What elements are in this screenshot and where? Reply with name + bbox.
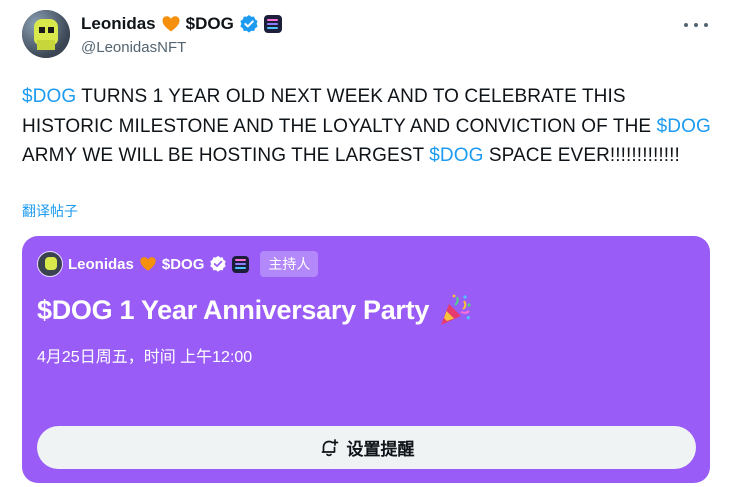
host-avatar	[37, 251, 63, 277]
orange-heart-icon	[139, 255, 157, 273]
affiliate-badge-icon[interactable]	[263, 15, 282, 33]
host-name: Leonidas	[68, 255, 134, 273]
tweet-text: $DOG TURNS 1 YEAR OLD NEXT WEEK AND TO C…	[22, 82, 712, 171]
tweet-text-segment: ARMY WE WILL BE HOSTING THE LARGEST	[22, 145, 430, 166]
space-scheduled-time: 4月25日周五，时间 上午12:00	[37, 349, 253, 366]
bell-plus-icon	[319, 438, 339, 458]
space-host-row: Leonidas $DOG 主持人	[37, 251, 319, 277]
author-avatar[interactable]	[22, 10, 70, 58]
author-handle[interactable]: @LeonidasNFT	[81, 39, 282, 56]
cashtag-link[interactable]: $DOG	[657, 116, 711, 137]
space-card[interactable]: Leonidas $DOG 主持人 $DOG 1 Year Anniversar…	[22, 236, 710, 483]
party-popper-icon	[437, 292, 473, 328]
translate-post-link[interactable]: 翻译帖子	[22, 201, 78, 221]
tweet-text-segment: TURNS 1 YEAR OLD NEXT WEEK AND TO CELEBR…	[22, 86, 657, 137]
tweet-text-segment: SPACE EVER!!!!!!!!!!!!!	[483, 145, 680, 166]
verified-badge-icon	[209, 255, 227, 273]
space-title: $DOG 1 Year Anniversary Party	[37, 292, 473, 328]
tweet-header: Leonidas $DOG @LeonidasNFT	[22, 10, 712, 62]
orange-heart-icon	[161, 14, 181, 34]
space-title-text: $DOG 1 Year Anniversary Party	[37, 294, 430, 325]
verified-badge-icon[interactable]	[239, 14, 259, 34]
author-names: Leonidas $DOG @LeonidasNFT	[81, 13, 282, 56]
set-reminder-label: 设置提醒	[346, 440, 415, 459]
host-role-badge: 主持人	[260, 251, 319, 277]
cashtag-link[interactable]: $DOG	[22, 86, 76, 107]
author-display-name[interactable]: Leonidas	[81, 14, 156, 34]
more-options-icon[interactable]	[684, 16, 708, 34]
set-reminder-button[interactable]: 设置提醒	[37, 426, 696, 469]
affiliate-badge-icon	[232, 255, 250, 273]
cashtag-link[interactable]: $DOG	[429, 145, 483, 166]
author-name-row: Leonidas $DOG	[81, 13, 282, 35]
author-name-suffix: $DOG	[185, 14, 234, 33]
host-name-suffix: $DOG	[161, 255, 205, 273]
